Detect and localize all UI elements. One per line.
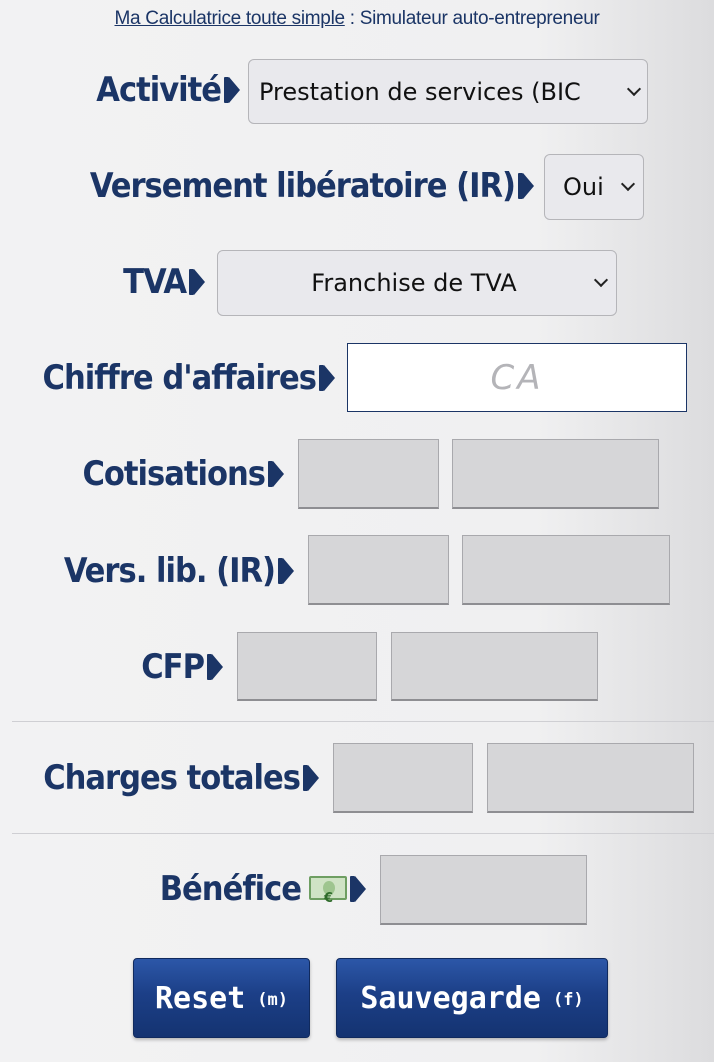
tva-label: TVA xyxy=(123,262,205,302)
tva-select[interactable]: Franchise de TVA xyxy=(217,250,617,316)
benefice-output xyxy=(380,855,587,925)
cotisations-label: Cotisations xyxy=(82,454,284,494)
arrow-right-icon xyxy=(350,875,366,902)
cotisations-output-2 xyxy=(452,439,659,509)
arrow-right-icon xyxy=(278,557,294,584)
cfp-output-2 xyxy=(391,632,598,701)
chevron-down-icon xyxy=(593,272,609,288)
versement-select[interactable]: Oui xyxy=(544,154,644,220)
arrow-right-icon xyxy=(518,172,534,199)
activite-label: Activité xyxy=(96,70,240,110)
charges-output-1 xyxy=(333,743,473,813)
arrow-right-icon xyxy=(207,653,223,680)
charges-label: Charges totales xyxy=(43,758,319,798)
benefice-label: Bénéfice xyxy=(160,869,366,919)
arrow-right-icon xyxy=(268,460,284,487)
page-header: Ma Calculatrice toute simple : Simulateu… xyxy=(0,8,714,30)
home-link[interactable]: Ma Calculatrice toute simple xyxy=(115,8,346,29)
cotisations-output-1 xyxy=(298,439,439,509)
verslib-output-2 xyxy=(462,535,670,605)
chevron-down-icon xyxy=(626,81,642,96)
save-button[interactable]: Sauvegarde (f) xyxy=(336,958,608,1038)
activite-select[interactable]: Prestation de services (BIC xyxy=(248,59,648,124)
arrow-right-icon xyxy=(319,364,335,391)
reset-button-label: Reset xyxy=(154,980,246,1016)
page-subtitle: : Simulateur auto-entrepreneur xyxy=(344,8,600,29)
reset-button[interactable]: Reset (m) xyxy=(133,958,310,1038)
separator xyxy=(12,721,714,722)
ca-label: Chiffre d'affaires xyxy=(43,358,335,398)
arrow-right-icon xyxy=(189,268,205,295)
verslib-output-1 xyxy=(308,535,449,605)
charges-output-2 xyxy=(487,743,694,813)
ca-input[interactable] xyxy=(347,343,687,412)
chevron-down-icon xyxy=(620,176,636,192)
versement-select-value: Oui xyxy=(563,173,604,201)
separator xyxy=(12,833,714,834)
cfp-label: CFP xyxy=(141,647,223,687)
verslib-label: Vers. lib. (IR) xyxy=(64,551,294,591)
reset-shortcut: (m) xyxy=(257,990,289,1010)
save-button-label: Sauvegarde xyxy=(360,980,541,1016)
versement-label: Versement libératoire (IR) xyxy=(90,166,534,206)
money-bill-icon xyxy=(309,875,347,919)
activite-select-value: Prestation de services (BIC xyxy=(259,77,581,106)
cfp-output-1 xyxy=(237,632,377,701)
save-shortcut: (f) xyxy=(552,990,584,1010)
tva-select-value: Franchise de TVA xyxy=(311,269,517,297)
arrow-right-icon xyxy=(224,76,240,103)
arrow-right-icon xyxy=(303,764,319,791)
